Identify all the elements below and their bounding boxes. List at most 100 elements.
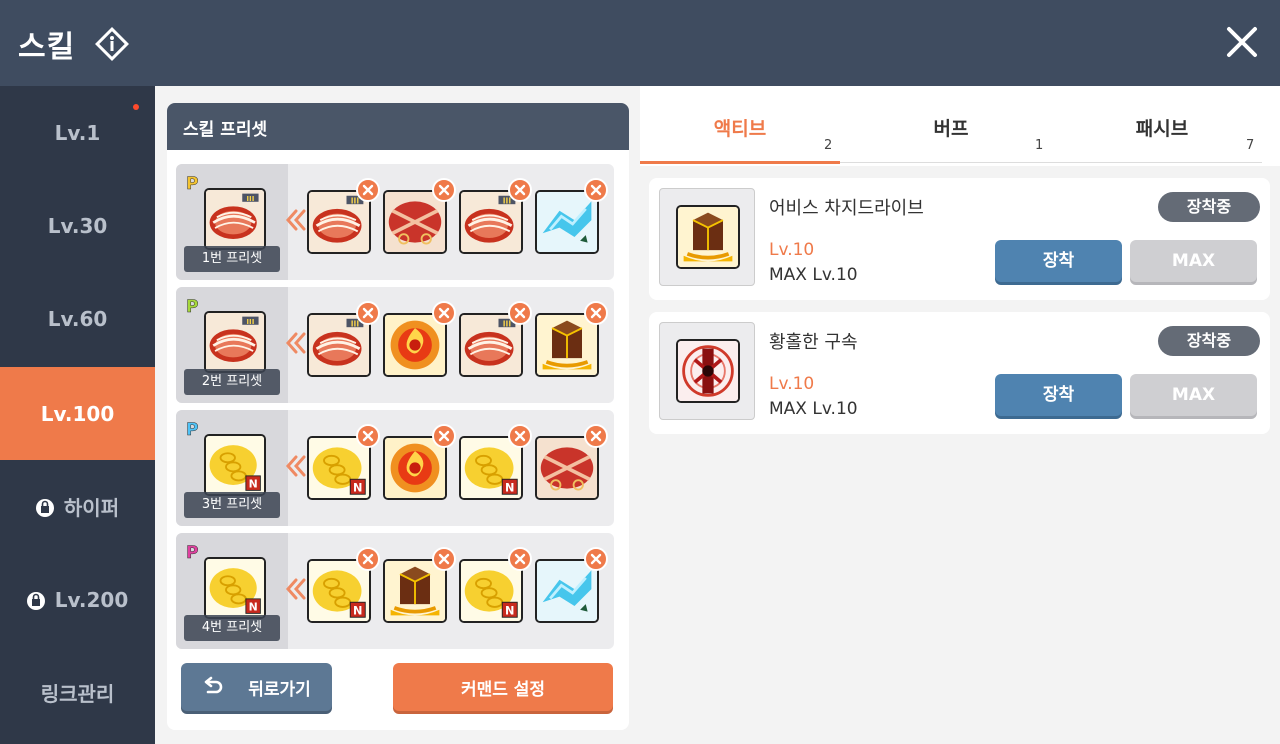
equip-button[interactable]: 장착 <box>995 240 1122 282</box>
sidebar-item-label: Lv.200 <box>54 587 129 612</box>
remove-skill-button[interactable] <box>356 178 380 202</box>
skill-icon-slot <box>659 188 755 286</box>
page-title: 스킬 <box>18 30 76 65</box>
tab-active[interactable]: 액티브 <box>640 114 840 164</box>
skill-card[interactable]: 황홀한 구속 Lv.10 MAX Lv.10 장착중 장착 MAX <box>649 312 1270 434</box>
sidebar-item-label: Lv.30 <box>47 213 108 238</box>
skill-level: Lv.10 <box>769 374 815 394</box>
preset-badge: P <box>186 174 199 195</box>
sidebar-item-lv1[interactable]: Lv.1 <box>0 86 155 179</box>
preset-main-slot[interactable]: P 2번 프리셋 <box>176 287 288 403</box>
close-icon <box>514 430 526 442</box>
sidebar-item-label: Lv.60 <box>47 306 108 331</box>
command-settings-button[interactable]: 커맨드 설정 <box>393 663 613 711</box>
notification-dot <box>133 104 139 110</box>
sidebar-item-lv30[interactable]: Lv.30 <box>0 179 155 272</box>
preset-row-2[interactable]: P 2번 프리셋 <box>176 287 614 403</box>
active-tab-indicator <box>640 161 840 164</box>
tab-count: 1 <box>1035 138 1044 153</box>
remove-skill-button[interactable] <box>508 424 532 448</box>
skill-max-level: MAX Lv.10 <box>769 265 858 285</box>
undo-arrow-icon <box>204 676 223 694</box>
preset-main-slot[interactable]: P 1번 프리셋 <box>176 164 288 280</box>
lock-icon <box>26 591 45 610</box>
skill-card[interactable]: 어비스 차지드라이브 Lv.10 MAX Lv.10 장착중 장착 MAX <box>649 178 1270 300</box>
info-diamond-icon[interactable] <box>94 26 130 62</box>
back-button-label: 뒤로가기 <box>248 679 311 700</box>
red-bind-icon <box>676 339 740 403</box>
remove-skill-button[interactable] <box>584 424 608 448</box>
remove-skill-button[interactable] <box>508 547 532 571</box>
preset-main-slot[interactable]: P 4번 프리셋 <box>176 533 288 649</box>
close-icon <box>438 184 450 196</box>
close-icon <box>362 430 374 442</box>
sidebar-item-lv100[interactable]: Lv.100 <box>0 367 155 460</box>
command-button-label: 커맨드 설정 <box>460 679 546 700</box>
gold-chain-skill-icon <box>204 557 266 619</box>
preset-label: 3번 프리셋 <box>184 492 280 518</box>
lock-icon <box>35 498 54 517</box>
skill-icon-slot <box>659 322 755 420</box>
remove-skill-button[interactable] <box>584 547 608 571</box>
level-sidebar: Lv.1 Lv.30 Lv.60 Lv.100 하이퍼 Lv.200 링크관리 <box>0 86 155 744</box>
top-header: 스킬 <box>0 0 1280 86</box>
remove-skill-button[interactable] <box>508 301 532 325</box>
sidebar-item-lv200[interactable]: Lv.200 <box>0 553 155 646</box>
skill-name: 황홀한 구속 <box>769 332 858 353</box>
preset-label: 1번 프리셋 <box>184 246 280 272</box>
tab-buff[interactable]: 버프 <box>851 114 1051 164</box>
sidebar-item-label: 하이퍼 <box>63 496 120 520</box>
max-button: MAX <box>1130 374 1257 416</box>
remove-skill-button[interactable] <box>432 547 456 571</box>
swirl-skill-icon <box>204 188 266 250</box>
sidebar-item-lv60[interactable]: Lv.60 <box>0 272 155 365</box>
close-icon <box>362 553 374 565</box>
sidebar-item-link-manage[interactable]: 링크관리 <box>0 646 155 739</box>
preset-row-1[interactable]: P 1번 프리셋 <box>176 164 614 280</box>
close-icon <box>590 553 602 565</box>
close-icon <box>362 184 374 196</box>
close-icon <box>514 184 526 196</box>
chevron-left-icon <box>282 329 310 357</box>
preset-badge: P <box>186 297 199 318</box>
close-icon <box>590 430 602 442</box>
remove-skill-button[interactable] <box>356 424 380 448</box>
tab-passive[interactable]: 패시브 <box>1062 114 1262 164</box>
remove-skill-button[interactable] <box>584 301 608 325</box>
remove-skill-button[interactable] <box>432 301 456 325</box>
swirl-skill-icon <box>204 311 266 373</box>
remove-skill-button[interactable] <box>508 178 532 202</box>
close-icon <box>438 430 450 442</box>
status-badge: 장착중 <box>1158 326 1260 356</box>
sidebar-item-label: Lv.1 <box>54 120 101 145</box>
max-button: MAX <box>1130 240 1257 282</box>
preset-row-3[interactable]: P 3번 프리셋 <box>176 410 614 526</box>
sidebar-item-label: Lv.100 <box>40 401 115 426</box>
remove-skill-button[interactable] <box>584 178 608 202</box>
close-icon <box>514 307 526 319</box>
preset-row-4[interactable]: P 4번 프리셋 <box>176 533 614 649</box>
preset-label: 2번 프리셋 <box>184 369 280 395</box>
sidebar-item-label: 링크관리 <box>40 682 115 706</box>
sidebar-item-hyper[interactable]: 하이퍼 <box>0 460 155 553</box>
remove-skill-button[interactable] <box>432 424 456 448</box>
close-icon[interactable] <box>1222 22 1262 62</box>
gold-chain-skill-icon <box>204 434 266 496</box>
close-icon <box>438 307 450 319</box>
chevron-left-icon <box>282 206 310 234</box>
close-icon <box>590 307 602 319</box>
remove-skill-button[interactable] <box>432 178 456 202</box>
preset-main-slot[interactable]: P 3번 프리셋 <box>176 410 288 526</box>
chevron-left-icon <box>282 575 310 603</box>
remove-skill-button[interactable] <box>356 547 380 571</box>
preset-label: 4번 프리셋 <box>184 615 280 641</box>
preset-panel-title: 스킬 프리셋 <box>167 103 629 150</box>
chevron-left-icon <box>282 452 310 480</box>
equip-button[interactable]: 장착 <box>995 374 1122 416</box>
tab-count: 2 <box>824 138 833 153</box>
back-button[interactable]: 뒤로가기 <box>181 663 332 711</box>
skill-list-area: 액티브 2 버프 1 패시브 7 어비스 차지드라이브 Lv.10 MAX Lv… <box>640 86 1280 744</box>
remove-skill-button[interactable] <box>356 301 380 325</box>
tab-count: 7 <box>1246 138 1255 153</box>
skill-type-tabs: 액티브 2 버프 1 패시브 7 <box>640 86 1280 166</box>
